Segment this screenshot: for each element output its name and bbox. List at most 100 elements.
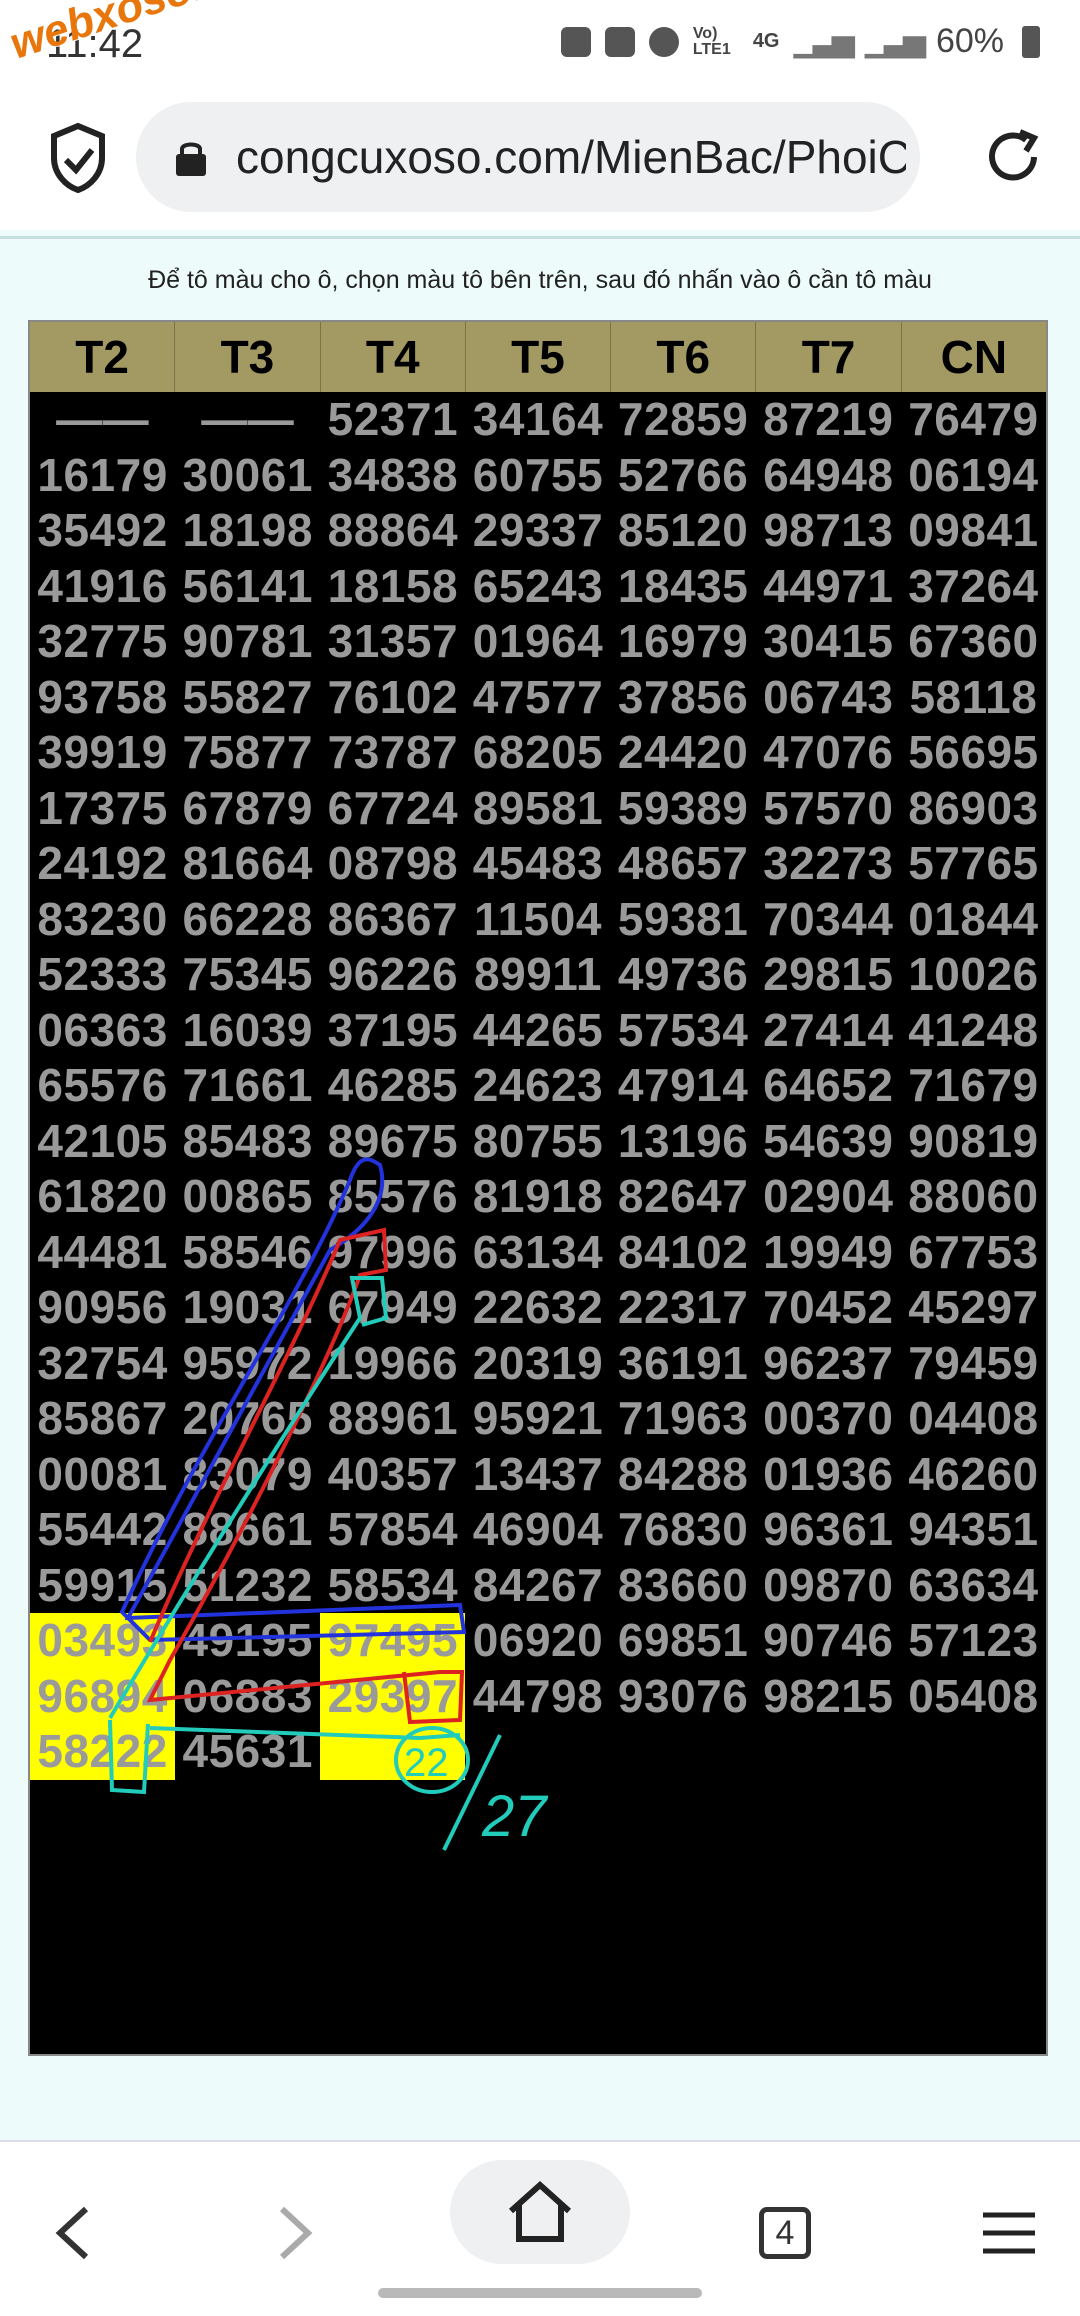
result-cell[interactable] <box>611 1724 756 1780</box>
result-cell[interactable]: 71963 <box>611 1391 756 1447</box>
result-cell[interactable]: 09870 <box>756 1558 901 1614</box>
result-cell[interactable]: 57854 <box>320 1502 465 1558</box>
result-cell[interactable]: 97996 <box>320 1225 465 1281</box>
result-cell[interactable]: 85120 <box>611 503 756 559</box>
result-cell[interactable]: 81918 <box>465 1169 610 1225</box>
result-cell[interactable]: 29397 <box>320 1668 466 1724</box>
result-cell[interactable]: 82647 <box>611 1169 756 1225</box>
home-button[interactable] <box>450 2160 630 2264</box>
result-cell[interactable]: 60755 <box>465 448 610 504</box>
result-cell[interactable]: 16979 <box>611 614 756 670</box>
result-cell[interactable]: 24623 <box>465 1058 610 1114</box>
result-cell[interactable]: 17375 <box>30 781 175 837</box>
result-cell[interactable]: 93758 <box>30 670 175 726</box>
result-cell[interactable]: 44798 <box>465 1669 610 1725</box>
forward-button[interactable] <box>250 2188 340 2278</box>
result-cell[interactable]: 80755 <box>465 1114 610 1170</box>
result-cell[interactable]: 86367 <box>320 892 465 948</box>
result-cell[interactable]: 89675 <box>320 1114 465 1170</box>
result-cell[interactable]: 90781 <box>175 614 320 670</box>
result-cell[interactable]: 44265 <box>465 1003 610 1059</box>
result-cell[interactable]: 76479 <box>901 392 1046 448</box>
result-cell[interactable]: 10026 <box>901 947 1046 1003</box>
result-cell[interactable]: 16179 <box>30 448 175 504</box>
result-cell[interactable]: 73787 <box>320 725 465 781</box>
result-cell[interactable] <box>320 1724 466 1780</box>
result-cell[interactable]: 06920 <box>465 1613 610 1669</box>
result-cell[interactable]: 71679 <box>901 1058 1046 1114</box>
result-cell[interactable]: 37856 <box>611 670 756 726</box>
result-cell[interactable]: 83230 <box>30 892 175 948</box>
result-cell[interactable]: 36191 <box>611 1336 756 1392</box>
result-cell[interactable]: 44481 <box>30 1225 175 1281</box>
result-cell[interactable]: 37264 <box>901 559 1046 615</box>
result-cell[interactable]: 61820 <box>30 1169 175 1225</box>
result-cell[interactable]: 29337 <box>465 503 610 559</box>
result-cell[interactable]: 18158 <box>320 559 465 615</box>
result-cell[interactable]: 47076 <box>756 725 901 781</box>
result-cell[interactable]: 47914 <box>611 1058 756 1114</box>
result-cell[interactable]: —— <box>175 392 320 448</box>
result-cell[interactable]: 16039 <box>175 1003 320 1059</box>
result-cell[interactable]: 03493 <box>30 1613 176 1669</box>
result-cell[interactable]: 79459 <box>901 1336 1046 1392</box>
result-cell[interactable]: 88864 <box>320 503 465 559</box>
result-cell[interactable]: 46285 <box>320 1058 465 1114</box>
result-cell[interactable]: 67949 <box>320 1280 465 1336</box>
result-cell[interactable]: 32273 <box>756 836 901 892</box>
result-cell[interactable]: 90956 <box>30 1280 175 1336</box>
menu-button[interactable] <box>964 2188 1054 2278</box>
result-cell[interactable] <box>465 1724 610 1780</box>
result-cell[interactable]: 89911 <box>465 947 610 1003</box>
back-button[interactable] <box>28 2188 118 2278</box>
result-cell[interactable]: 52766 <box>611 448 756 504</box>
result-cell[interactable]: 96237 <box>756 1336 901 1392</box>
result-cell[interactable]: 05408 <box>901 1669 1046 1725</box>
result-cell[interactable]: 46904 <box>465 1502 610 1558</box>
result-cell[interactable]: 98713 <box>756 503 901 559</box>
result-cell[interactable]: 70344 <box>756 892 901 948</box>
result-cell[interactable]: 44971 <box>756 559 901 615</box>
result-cell[interactable]: 84102 <box>611 1225 756 1281</box>
result-cell[interactable]: 67753 <box>901 1225 1046 1281</box>
result-cell[interactable] <box>756 1724 901 1780</box>
result-cell[interactable]: 06194 <box>901 448 1046 504</box>
result-cell[interactable]: 27414 <box>756 1003 901 1059</box>
result-cell[interactable]: 08798 <box>320 836 465 892</box>
result-cell[interactable]: 88060 <box>901 1169 1046 1225</box>
result-cell[interactable]: 42105 <box>30 1114 175 1170</box>
result-cell[interactable]: 32775 <box>30 614 175 670</box>
result-cell[interactable]: 57765 <box>901 836 1046 892</box>
result-cell[interactable]: 46260 <box>901 1447 1046 1503</box>
result-cell[interactable]: 19966 <box>320 1336 465 1392</box>
result-cell[interactable]: 67360 <box>901 614 1046 670</box>
result-cell[interactable]: 83079 <box>175 1447 320 1503</box>
reload-icon[interactable] <box>980 124 1046 190</box>
result-cell[interactable]: 58222 <box>30 1724 176 1780</box>
result-cell[interactable]: 35492 <box>30 503 175 559</box>
result-cell[interactable]: 68205 <box>465 725 610 781</box>
result-cell[interactable]: 96361 <box>756 1502 901 1558</box>
result-cell[interactable] <box>901 1724 1046 1780</box>
result-cell[interactable]: 58534 <box>320 1558 465 1614</box>
result-cell[interactable]: 51232 <box>175 1558 320 1614</box>
result-cell[interactable]: 55442 <box>30 1502 175 1558</box>
result-cell[interactable]: 85576 <box>320 1169 465 1225</box>
result-cell[interactable]: 41916 <box>30 559 175 615</box>
result-cell[interactable]: 86903 <box>901 781 1046 837</box>
result-cell[interactable]: 97495 <box>320 1613 466 1669</box>
result-cell[interactable]: 09841 <box>901 503 1046 559</box>
result-cell[interactable]: 40357 <box>320 1447 465 1503</box>
result-cell[interactable]: 75877 <box>175 725 320 781</box>
address-bar[interactable]: congcuxoso.com/MienBac/PhoiCa <box>136 102 920 212</box>
result-cell[interactable]: 24420 <box>611 725 756 781</box>
result-cell[interactable]: 22632 <box>465 1280 610 1336</box>
result-cell[interactable]: 18198 <box>175 503 320 559</box>
result-cell[interactable]: 67724 <box>320 781 465 837</box>
result-cell[interactable]: 59381 <box>611 892 756 948</box>
shield-icon[interactable] <box>48 122 108 194</box>
result-cell[interactable]: 02904 <box>756 1169 901 1225</box>
result-cell[interactable]: 49736 <box>611 947 756 1003</box>
result-cell[interactable]: 37195 <box>320 1003 465 1059</box>
result-cell[interactable]: 06883 <box>175 1669 320 1725</box>
